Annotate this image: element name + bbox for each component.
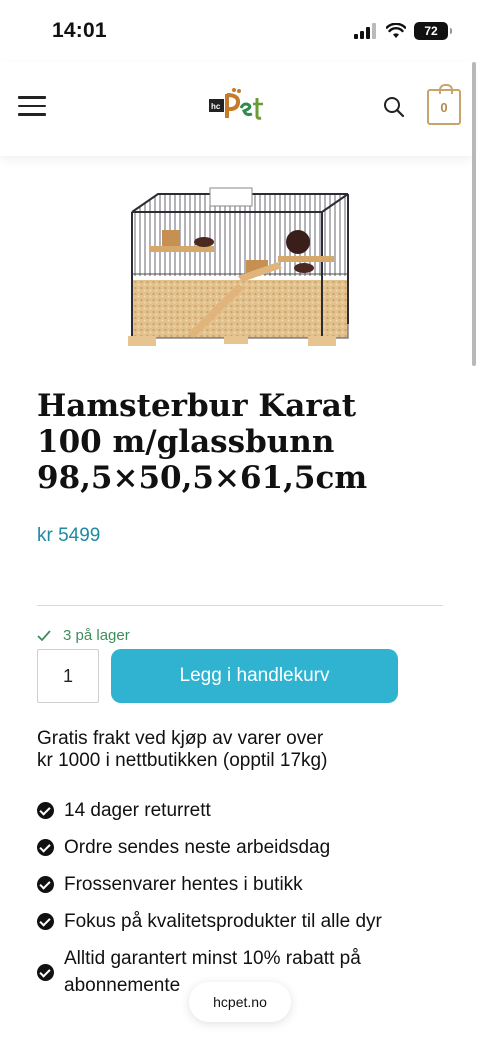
- stock-text: 3 på lager: [63, 627, 130, 644]
- feature-text: Ordre sendes neste arbeidsdag: [64, 837, 331, 858]
- product-title-line: 100 m/glassbunn: [37, 424, 335, 460]
- site-header: hc 0: [0, 62, 472, 156]
- shipping-line: Gratis frakt ved kjøp av varer over: [37, 728, 324, 749]
- svg-text:hc: hc: [211, 102, 221, 111]
- divider: [37, 605, 443, 606]
- stock-status: 3 på lager: [37, 627, 130, 644]
- check-icon: [37, 629, 51, 641]
- feature-text-line: abonnemente: [64, 975, 181, 996]
- page-scrollbar[interactable]: [472, 62, 476, 366]
- search-button[interactable]: [382, 95, 406, 119]
- feature-item: 14 dager returrett: [37, 792, 457, 829]
- shipping-info: Gratis frakt ved kjøp av varer over kr 1…: [37, 728, 437, 772]
- battery-level: 72: [424, 24, 438, 38]
- check-circle-icon: [37, 963, 54, 981]
- feature-item: Ordre sendes neste arbeidsdag: [37, 829, 457, 866]
- feature-text: Fokus på kvalitetsprodukter til alle dyr: [64, 911, 382, 932]
- feature-text: 14 dager returrett: [64, 800, 211, 821]
- product-title-line: Hamsterbur Karat: [37, 388, 357, 424]
- feature-list: 14 dager returrett Ordre sendes neste ar…: [37, 792, 457, 1002]
- product-title-line: 98,5×50,5×61,5cm: [37, 460, 368, 496]
- cart-button[interactable]: 0: [427, 84, 461, 125]
- cart-count: 0: [440, 99, 448, 115]
- cellular-signal-icon: [354, 23, 376, 39]
- url-text: hcpet.no: [213, 994, 267, 1010]
- add-to-cart-label: Legg i handlekurv: [179, 665, 330, 686]
- feature-item: Fokus på kvalitetsprodukter til alle dyr: [37, 903, 457, 940]
- menu-icon-bar: [18, 113, 46, 116]
- wifi-icon: [386, 23, 406, 38]
- feature-text-line: Alltid garantert minst 10% rabatt på: [64, 948, 361, 969]
- status-bar: 14:01 72: [0, 0, 480, 62]
- check-circle-icon: [37, 913, 54, 930]
- site-logo[interactable]: hc: [208, 86, 268, 126]
- product-image[interactable]: [128, 184, 352, 362]
- status-icons: 72: [354, 22, 452, 40]
- status-time: 14:01: [52, 19, 107, 42]
- menu-icon-bar: [18, 104, 46, 107]
- hamburger-menu-button[interactable]: [18, 96, 46, 116]
- quantity-input[interactable]: 1: [37, 649, 99, 703]
- product-price: kr 5499: [37, 525, 101, 546]
- battery-icon: 72: [414, 22, 452, 40]
- check-circle-icon: [37, 839, 54, 856]
- feature-text: Frossenvarer hentes i butikk: [64, 874, 303, 895]
- search-icon: [384, 97, 405, 118]
- quantity-value: 1: [62, 665, 73, 686]
- add-to-cart-button[interactable]: Legg i handlekurv: [111, 649, 398, 703]
- product-title: Hamsterbur Karat 100 m/glassbunn 98,5×50…: [37, 388, 437, 496]
- menu-icon-bar: [18, 96, 46, 99]
- shipping-line: kr 1000 i nettbutikken (opptil 17kg): [37, 750, 328, 771]
- check-circle-icon: [37, 876, 54, 893]
- check-circle-icon: [37, 802, 54, 819]
- feature-item: Frossenvarer hentes i butikk: [37, 866, 457, 903]
- browser-url-bar[interactable]: hcpet.no: [189, 982, 291, 1022]
